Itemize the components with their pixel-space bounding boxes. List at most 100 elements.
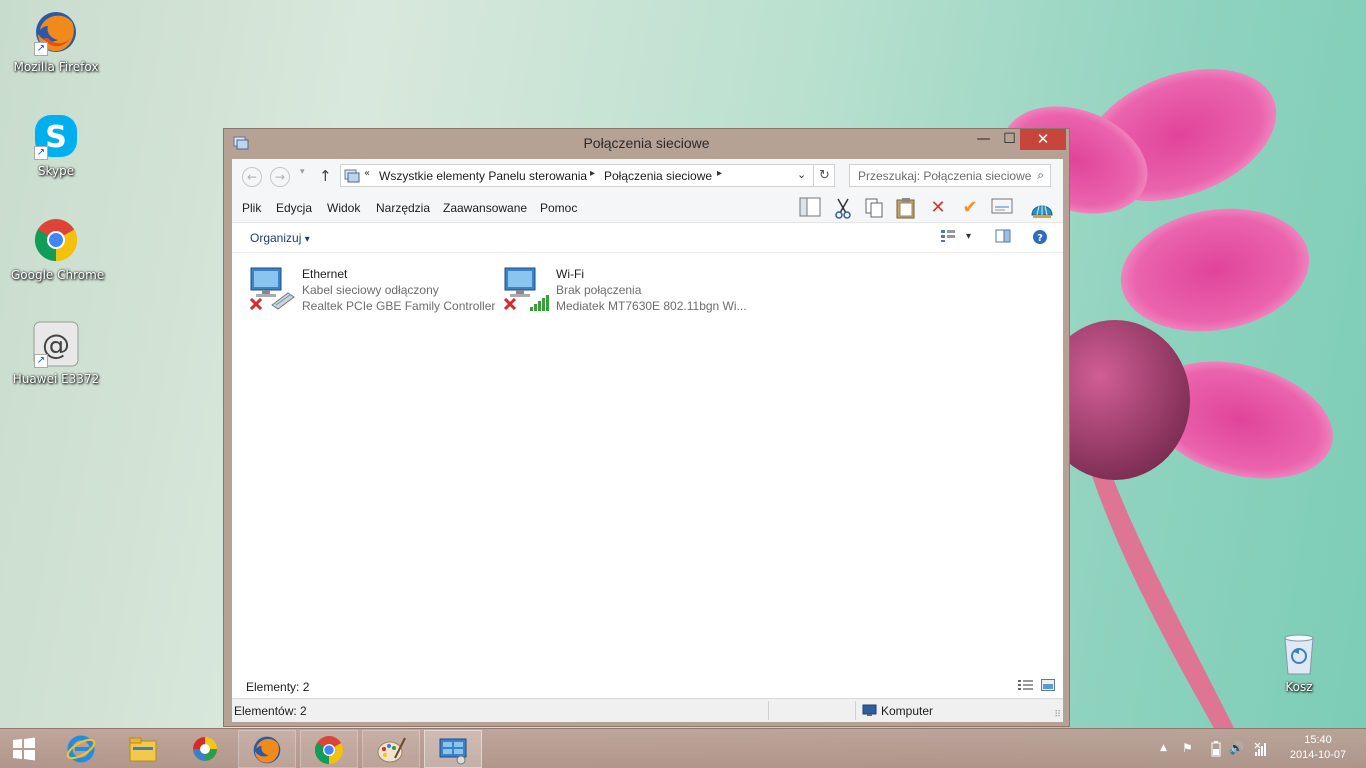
menu-file[interactable]: Plik bbox=[242, 201, 261, 215]
organize-label: Organizuj bbox=[250, 231, 302, 245]
window-title: Połączenia sieciowe bbox=[583, 135, 710, 151]
forward-button[interactable]: → bbox=[270, 167, 290, 187]
status-bar: Elementów: 2 Komputer ⠿ bbox=[232, 698, 1063, 722]
up-button[interactable]: ↑ bbox=[319, 167, 332, 185]
organize-button[interactable]: Organizuj ▾ bbox=[250, 231, 310, 245]
details-view-icon[interactable] bbox=[1018, 679, 1033, 694]
taskbar-picasa[interactable] bbox=[176, 730, 234, 768]
properties-icon[interactable] bbox=[990, 197, 1014, 219]
connections-list: Ethernet Kabel sieciowy odłączony Realte… bbox=[232, 253, 1063, 676]
network-connections-window: Połączenia sieciowe — ☐ ✕ ← → ▾ ↑ « Wszy… bbox=[223, 128, 1070, 727]
connection-wifi[interactable]: Wi-Fi Brak połączenia Mediatek MT7630E 8… bbox=[502, 265, 752, 319]
items-count: Elementy: 2 bbox=[246, 680, 310, 694]
address-bar[interactable]: « Wszystkie elementy Panelu sterowania ▸… bbox=[340, 164, 835, 187]
taskbar-control-panel[interactable] bbox=[424, 730, 482, 768]
desktop-icon-huawei[interactable]: @ ↗ Huawei E3372 bbox=[11, 320, 101, 386]
command-bar: Organizuj ▾ ▾ ? bbox=[232, 223, 1063, 253]
details-bar: Elementy: 2 bbox=[232, 676, 1063, 698]
shell-icon[interactable] bbox=[1030, 197, 1054, 219]
search-placeholder: Przeszukaj: Połączenia sieciowe bbox=[858, 169, 1032, 183]
skype-icon: S ↗ bbox=[32, 112, 80, 160]
taskbar: ▲ ⚑ 🔊 15:40 2014-10-07 bbox=[0, 728, 1366, 768]
connection-device: Mediatek MT7630E 802.11bgn Wi... bbox=[556, 299, 747, 313]
copy-icon[interactable] bbox=[862, 197, 886, 219]
address-prefix[interactable]: « bbox=[364, 168, 370, 179]
shortcut-arrow-icon: ↗ bbox=[34, 146, 48, 160]
search-input[interactable]: Przeszukaj: Połączenia sieciowe ⌕ bbox=[849, 164, 1051, 187]
desktop-icon-label: Skype bbox=[37, 164, 75, 178]
battery-icon[interactable] bbox=[1211, 741, 1221, 757]
help-button[interactable]: ? bbox=[1032, 229, 1048, 249]
check-icon[interactable]: ✔ bbox=[958, 197, 982, 219]
firefox-icon bbox=[253, 736, 281, 764]
desktop-icon-label: Google Chrome bbox=[11, 268, 105, 282]
connection-ethernet[interactable]: Ethernet Kabel sieciowy odłączony Realte… bbox=[248, 265, 498, 319]
desktop-icon-recycle-bin[interactable]: Kosz bbox=[1254, 632, 1344, 694]
wifi-adapter-icon bbox=[502, 265, 552, 315]
menu-bar: Plik Edycja Widok Narzędzia Zaawansowane… bbox=[232, 193, 1063, 223]
chrome-icon bbox=[314, 736, 344, 764]
connection-status: Kabel sieciowy odłączony bbox=[302, 283, 439, 297]
breadcrumb-separator[interactable]: ▸ bbox=[717, 168, 722, 179]
menu-edit[interactable]: Edycja bbox=[276, 201, 312, 215]
network-signal-icon[interactable] bbox=[1254, 741, 1270, 757]
picasa-icon bbox=[193, 737, 217, 761]
desktop-icon-firefox[interactable]: ↗ Mozilla Firefox bbox=[11, 8, 101, 74]
refresh-button[interactable]: ↻ bbox=[813, 165, 835, 186]
change-view-button[interactable] bbox=[940, 229, 956, 247]
desktop-icon-skype[interactable]: S ↗ Skype bbox=[11, 112, 101, 178]
minimize-button[interactable]: — bbox=[969, 129, 998, 150]
chrome-icon bbox=[32, 216, 80, 264]
taskbar-chrome[interactable] bbox=[300, 730, 358, 768]
clock-time: 15:40 bbox=[1304, 734, 1332, 746]
breadcrumb-separator[interactable]: ▸ bbox=[590, 168, 595, 179]
desktop-icon-chrome[interactable]: Google Chrome bbox=[11, 216, 105, 282]
paste-icon[interactable] bbox=[894, 197, 918, 219]
show-hidden-icons-button[interactable]: ▲ bbox=[1160, 743, 1167, 753]
shortcut-arrow-icon: ↗ bbox=[34, 42, 48, 56]
volume-icon[interactable]: 🔊 bbox=[1229, 741, 1244, 755]
status-items: Elementów: 2 bbox=[234, 704, 307, 718]
connection-name: Wi-Fi bbox=[556, 267, 584, 281]
navigation-bar: ← → ▾ ↑ « Wszystkie elementy Panelu ster… bbox=[232, 159, 1063, 193]
status-divider bbox=[768, 701, 769, 720]
file-explorer-icon bbox=[129, 737, 157, 762]
window-titlebar[interactable]: Połączenia sieciowe — ☐ ✕ bbox=[224, 129, 1069, 159]
taskbar-file-explorer[interactable] bbox=[114, 730, 172, 768]
control-panel-icon bbox=[439, 738, 467, 765]
desktop-icon-label: Huawei E3372 bbox=[12, 372, 100, 386]
cut-icon[interactable] bbox=[831, 197, 855, 219]
connection-status: Brak połączenia bbox=[556, 283, 642, 297]
breadcrumb-control-panel[interactable]: Wszystkie elementy Panelu sterowania bbox=[379, 169, 587, 183]
back-button[interactable]: ← bbox=[242, 167, 262, 187]
shortcut-arrow-icon: ↗ bbox=[34, 354, 48, 368]
recent-locations-button[interactable]: ▾ bbox=[300, 167, 305, 177]
menu-tools[interactable]: Narzędzia bbox=[376, 201, 430, 215]
search-icon: ⌕ bbox=[1037, 168, 1044, 182]
action-center-flag-icon[interactable]: ⚑ bbox=[1182, 741, 1193, 755]
delete-icon[interactable]: ✕ bbox=[926, 197, 950, 219]
chevron-down-icon: ▾ bbox=[304, 234, 310, 245]
view-options-chevron-icon[interactable]: ▾ bbox=[966, 231, 971, 242]
menu-help[interactable]: Pomoc bbox=[540, 201, 577, 215]
taskbar-firefox[interactable] bbox=[238, 730, 296, 768]
taskbar-paint[interactable] bbox=[362, 730, 420, 768]
preview-pane-button[interactable] bbox=[995, 229, 1011, 247]
taskbar-internet-explorer[interactable] bbox=[52, 730, 110, 768]
menu-view[interactable]: Widok bbox=[327, 201, 360, 215]
menu-advanced[interactable]: Zaawansowane bbox=[443, 201, 527, 215]
desktop-icon-label: Kosz bbox=[1285, 680, 1313, 694]
breadcrumb-network-connections[interactable]: Połączenia sieciowe bbox=[604, 169, 712, 183]
address-dropdown-button[interactable]: ⌄ bbox=[797, 168, 806, 181]
resize-grip-icon[interactable]: ⠿ bbox=[1054, 710, 1061, 720]
system-clock[interactable]: 15:40 2014-10-07 bbox=[1288, 733, 1348, 763]
connection-name: Ethernet bbox=[302, 267, 348, 281]
start-button[interactable] bbox=[0, 730, 48, 768]
layout-icon[interactable] bbox=[798, 197, 822, 219]
computer-icon bbox=[862, 704, 877, 716]
control-panel-icon bbox=[344, 169, 360, 183]
close-button[interactable]: ✕ bbox=[1020, 129, 1066, 150]
recycle-bin-icon bbox=[1279, 632, 1319, 676]
status-divider bbox=[855, 701, 856, 720]
large-icons-view-icon[interactable] bbox=[1041, 679, 1055, 694]
